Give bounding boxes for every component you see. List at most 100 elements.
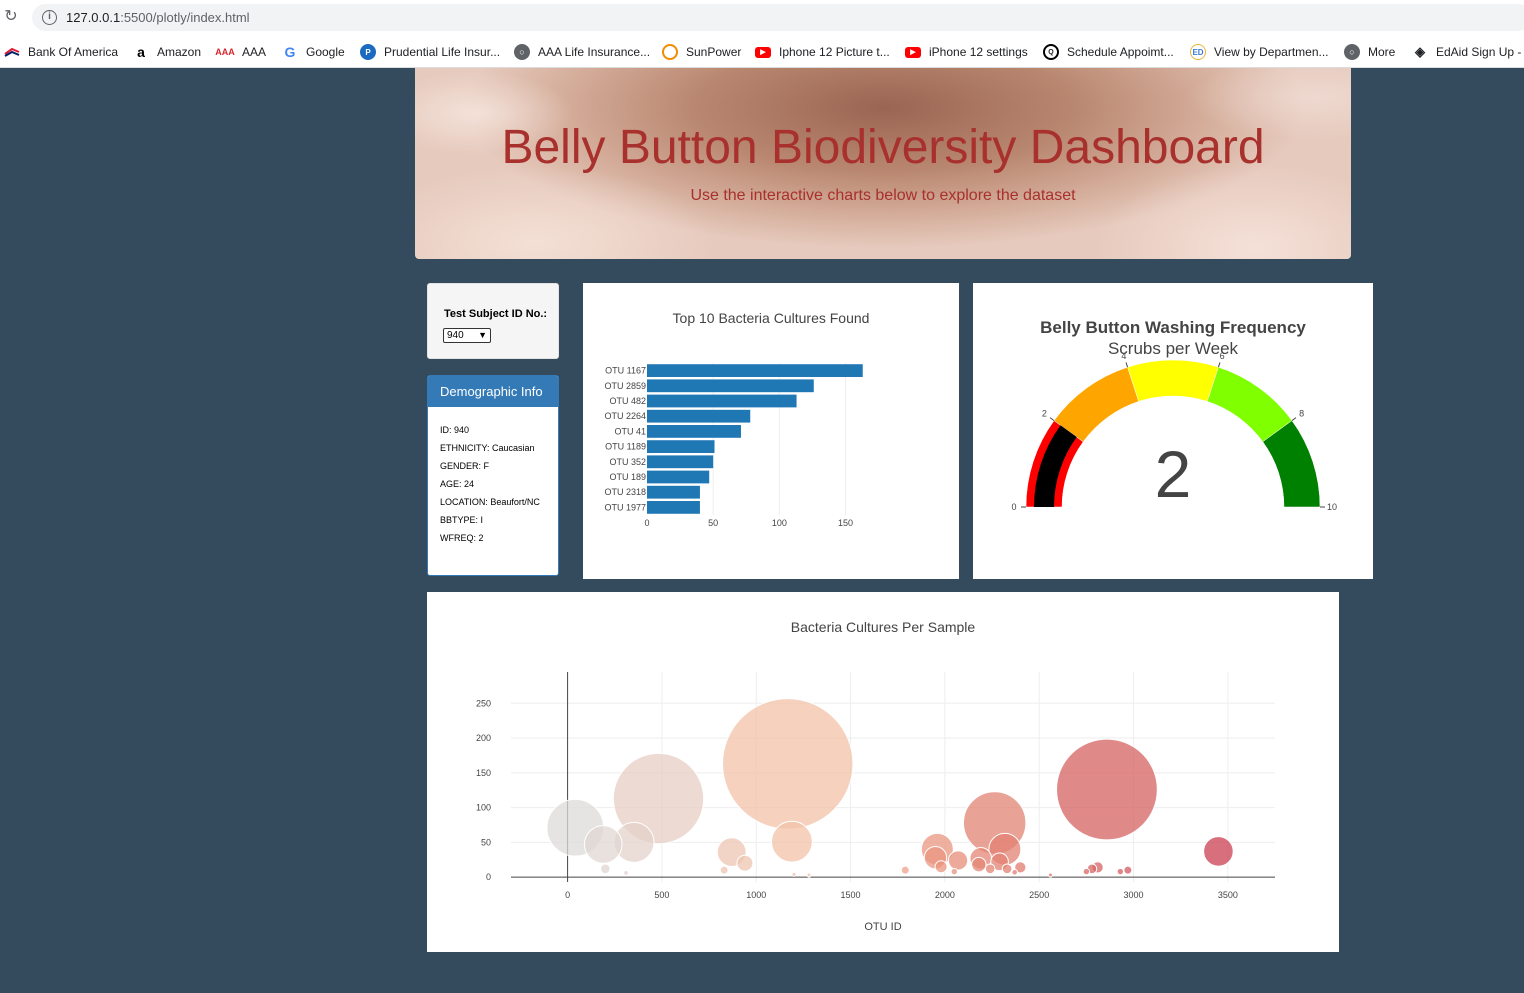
bubble-y-tick-label: 0 (486, 872, 491, 882)
bank-of-america-icon (4, 44, 20, 60)
bar-chart[interactable]: Top 10 Bacteria Cultures Found 0 50 100 150… (583, 283, 959, 579)
bookmark-amazon[interactable]: a Amazon (133, 42, 201, 62)
youtube-icon: ▶ (755, 46, 771, 58)
bubble-point[interactable] (719, 865, 729, 875)
gauge-tick (1291, 417, 1297, 422)
gauge-tick (1125, 362, 1129, 368)
bubble-x-tick-label: 2000 (935, 890, 955, 900)
bar[interactable] (647, 455, 714, 469)
bubble-point[interactable] (736, 854, 754, 872)
address-bar: ↻ i 127.0.0.1:5500/plotly/index.html (0, 0, 1524, 36)
bubble-point[interactable] (934, 860, 948, 874)
globe-icon: ○ (1344, 44, 1360, 60)
bubble-point[interactable] (583, 825, 623, 864)
google-icon: G (284, 44, 296, 60)
bookmark-label: View by Departmen... (1214, 45, 1329, 59)
demo-id: ID: 940 (440, 425, 470, 435)
department-icon: ED (1190, 44, 1206, 60)
bar-category-label: OTU 41 (614, 426, 646, 436)
bar[interactable] (647, 485, 700, 499)
bookmark-label: Amazon (157, 45, 202, 59)
bar[interactable] (647, 409, 751, 423)
bubble-point[interactable] (1011, 868, 1018, 876)
schedule-icon: Q (1043, 44, 1059, 60)
bookmark-prudential[interactable]: P Prudential Life Insur... (360, 42, 500, 62)
bubble-x-axis-label: OTU ID (864, 921, 901, 933)
page-subtitle: Use the interactive charts below to expl… (690, 187, 1076, 204)
bubble-point[interactable] (1123, 865, 1133, 875)
bar[interactable] (647, 379, 814, 393)
bar-x-tick-label: 50 (708, 518, 718, 528)
bubble-point[interactable] (971, 856, 987, 873)
demo-bbtype: BBTYPE: I (440, 515, 484, 525)
bubble-chart[interactable]: Bacteria Cultures Per Sample OTU ID 0 500… (427, 592, 1339, 952)
bubble-point[interactable] (722, 698, 854, 830)
bubble-point[interactable] (623, 870, 629, 876)
bookmark-bank-of-america[interactable]: Bank Of America (4, 42, 118, 62)
bubble-point[interactable] (600, 863, 611, 875)
url-host: 127.0.0.1 (66, 10, 121, 25)
bubble-y-tick-label: 200 (476, 733, 491, 743)
bubble-point[interactable] (1048, 872, 1054, 878)
bubble-point[interactable] (900, 865, 910, 875)
gauge-tick-label: 6 (1220, 351, 1225, 361)
bubble-x-tick-label: 1500 (841, 890, 861, 900)
bar-category-label: OTU 352 (609, 457, 646, 467)
bar-category-label: OTU 2318 (604, 487, 646, 497)
bookmark-label: Iphone 12 Picture t... (779, 45, 890, 59)
bar[interactable] (647, 394, 797, 408)
bar[interactable] (647, 364, 863, 377)
bubble-point[interactable] (1001, 863, 1013, 875)
bookmark-iphone-picture[interactable]: ▶ Iphone 12 Picture t... (755, 42, 890, 62)
bubble-point[interactable] (806, 872, 812, 878)
demographic-title: Demographic Info (428, 376, 558, 407)
bookmark-department[interactable]: ED View by Departmen... (1190, 42, 1329, 62)
gauge-tick-label: 4 (1121, 351, 1126, 361)
gauge-tick-label: 0 (1011, 502, 1016, 512)
bookmark-more[interactable]: ○ More (1344, 42, 1395, 62)
bubble-x-tick-label: 3500 (1218, 890, 1238, 900)
selected-value: 940 (447, 330, 464, 341)
bar[interactable] (647, 501, 700, 514)
bookmark-google[interactable]: G Google (282, 42, 345, 62)
bookmark-edaid[interactable]: ◈ EdAid Sign Up - (1412, 42, 1521, 62)
gauge-title: Belly Button Washing Frequency (1040, 318, 1306, 337)
bubble-point[interactable] (950, 867, 959, 876)
bookmark-label: Schedule Appoimt... (1067, 45, 1174, 59)
reload-icon[interactable]: ↻ (2, 8, 20, 26)
bar[interactable] (647, 470, 710, 484)
bubble-point[interactable] (770, 820, 813, 863)
bookmark-iphone-settings[interactable]: ▶ iPhone 12 settings (905, 42, 1028, 62)
bubble-point[interactable] (1082, 867, 1091, 876)
bubble-point[interactable] (1203, 836, 1234, 867)
gauge-panel: Belly Button Washing Frequency Scrubs pe… (973, 283, 1373, 579)
aaa-icon: AAA (215, 47, 235, 57)
bubble-point[interactable] (1056, 738, 1158, 841)
demo-ethnicity: ETHNICITY: Caucasian (440, 443, 535, 453)
bar[interactable] (647, 440, 715, 453)
subject-id-select[interactable]: 940 ▼ (443, 328, 491, 343)
bookmark-label: iPhone 12 settings (929, 45, 1028, 59)
demographic-panel: Demographic Info ID: 940 ETHNICITY: Cauc… (427, 375, 559, 576)
bar[interactable] (647, 425, 741, 438)
bookmark-sunpower[interactable]: SunPower (662, 42, 741, 62)
bookmark-label: EdAid Sign Up - (1436, 45, 1522, 59)
globe-icon: ○ (514, 44, 530, 60)
gauge-tick-label: 10 (1327, 502, 1337, 512)
bubble-x-tick-label: 0 (565, 890, 570, 900)
url-bar[interactable]: i 127.0.0.1:5500/plotly/index.html (32, 4, 1524, 31)
bar-category-label: OTU 1167 (605, 366, 646, 376)
bubble-y-tick-label: 250 (476, 698, 491, 708)
bookmark-label: SunPower (686, 45, 742, 59)
bubble-point[interactable] (984, 863, 996, 875)
gauge-chart[interactable]: Belly Button Washing Frequency Scrubs pe… (973, 283, 1373, 579)
bookmark-label: Google (306, 45, 345, 59)
bubble-point[interactable] (1116, 867, 1125, 876)
info-icon[interactable]: i (42, 10, 57, 25)
bubble-x-tick-label: 2500 (1029, 890, 1049, 900)
bubble-point[interactable] (947, 850, 969, 871)
bookmark-schedule[interactable]: Q Schedule Appoimt... (1043, 42, 1174, 62)
bubble-point[interactable] (791, 871, 797, 877)
bookmark-aaa-life[interactable]: ○ AAA Life Insurance... (514, 42, 650, 62)
bookmark-aaa[interactable]: AAA AAA (215, 42, 266, 62)
